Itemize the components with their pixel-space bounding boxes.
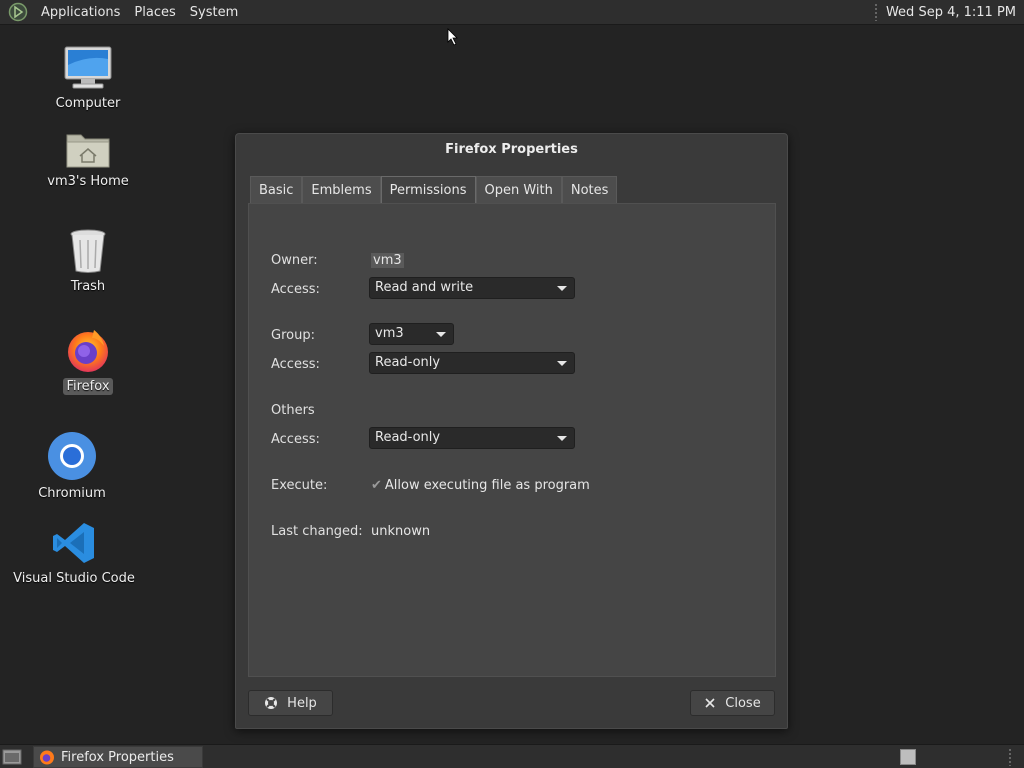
taskbar-window-label: Firefox Properties [61, 749, 174, 765]
desktop-icon-firefox[interactable]: Firefox [28, 326, 148, 395]
execute-checkbox[interactable]: ✔ Allow executing file as program [371, 478, 590, 493]
dialog-title[interactable]: Firefox Properties [236, 134, 787, 166]
owner-access-dropdown[interactable]: Read and write [369, 277, 575, 299]
desktop-icon-label: Trash [70, 279, 106, 294]
tab-open-with[interactable]: Open With [475, 176, 562, 204]
tab-emblems[interactable]: Emblems [302, 176, 381, 204]
owner-value[interactable]: vm3 [371, 253, 404, 268]
others-label: Others [271, 403, 315, 418]
top-panel: Applications Places System Wed Sep 4, 1:… [0, 0, 1024, 25]
close-icon [705, 698, 715, 708]
bottom-panel: Firefox Properties [0, 744, 1024, 768]
dropdown-arrow-icon [436, 332, 446, 337]
dropdown-arrow-icon [557, 436, 567, 441]
group-dropdown[interactable]: vm3 [369, 323, 454, 345]
tab-basic[interactable]: Basic [250, 176, 303, 204]
menu-places[interactable]: Places [127, 5, 182, 20]
vscode-icon [53, 523, 94, 563]
clock[interactable]: Wed Sep 4, 1:11 PM [886, 5, 1016, 20]
execute-label: Execute: [271, 478, 328, 493]
help-button[interactable]: Help [248, 690, 333, 716]
show-desktop-icon[interactable] [2, 748, 22, 766]
menu-applications[interactable]: Applications [34, 5, 127, 20]
desktop-icon-label: vm3's Home [47, 174, 129, 189]
dropdown-arrow-icon [557, 286, 567, 291]
menu-system[interactable]: System [183, 5, 245, 20]
group-access-label: Access: [271, 357, 320, 372]
others-access-label: Access: [271, 432, 320, 447]
tab-permissions[interactable]: Permissions [380, 176, 476, 204]
chromium-icon [48, 432, 96, 480]
mouse-pointer-icon [447, 28, 458, 46]
group-value: vm3 [375, 326, 404, 341]
panel-grip[interactable] [1008, 748, 1012, 766]
owner-access-label: Access: [271, 282, 320, 297]
menu-logo-icon[interactable] [8, 2, 28, 22]
desktop-icon-vscode[interactable]: Visual Studio Code [13, 520, 135, 587]
group-access-dropdown[interactable]: Read-only [369, 352, 575, 374]
desktop-icon-home[interactable]: vm3's Home [28, 129, 148, 190]
others-access-value: Read-only [375, 430, 441, 445]
owner-label: Owner: [271, 253, 318, 268]
help-lifebuoy-icon [265, 697, 278, 709]
tab-notes[interactable]: Notes [561, 176, 618, 204]
desktop-icon-label: Chromium [38, 486, 106, 501]
close-button[interactable]: Close [690, 690, 775, 716]
last-changed-value: unknown [371, 524, 431, 539]
panel-grip[interactable] [873, 3, 878, 21]
tab-bar: Basic Emblems Permissions Open With Note… [250, 176, 618, 204]
checkmark-icon: ✔ [371, 478, 382, 493]
taskbar-window-button[interactable]: Firefox Properties [33, 746, 203, 768]
desktop-icon-label: Computer [55, 96, 121, 111]
group-access-value: Read-only [375, 355, 441, 370]
desktop-icon-trash[interactable]: Trash [28, 228, 148, 295]
desktop-icon-chromium[interactable]: Chromium [12, 431, 132, 502]
permissions-panel: Owner: vm3 Access: Read and write Group:… [248, 203, 776, 677]
desktop-icon-computer[interactable]: Computer [28, 45, 148, 112]
dropdown-arrow-icon [557, 361, 567, 366]
execute-checkbox-label: Allow executing file as program [384, 478, 590, 493]
owner-access-value: Read and write [375, 280, 474, 295]
firefox-icon [40, 750, 54, 765]
close-button-label: Close [725, 695, 761, 711]
last-changed-label: Last changed: [271, 524, 363, 539]
trash-icon [70, 229, 106, 273]
desktop-icon-label: Firefox [63, 378, 113, 395]
group-label: Group: [271, 328, 315, 343]
help-button-label: Help [287, 695, 317, 711]
firefox-icon [68, 330, 108, 372]
workspace-switcher[interactable] [900, 749, 916, 765]
desktop-icon-label: Visual Studio Code [13, 571, 135, 586]
computer-icon [64, 46, 112, 89]
others-access-dropdown[interactable]: Read-only [369, 427, 575, 449]
home-folder-icon [66, 134, 110, 168]
properties-dialog: Firefox Properties Basic Emblems Permiss… [235, 133, 788, 729]
